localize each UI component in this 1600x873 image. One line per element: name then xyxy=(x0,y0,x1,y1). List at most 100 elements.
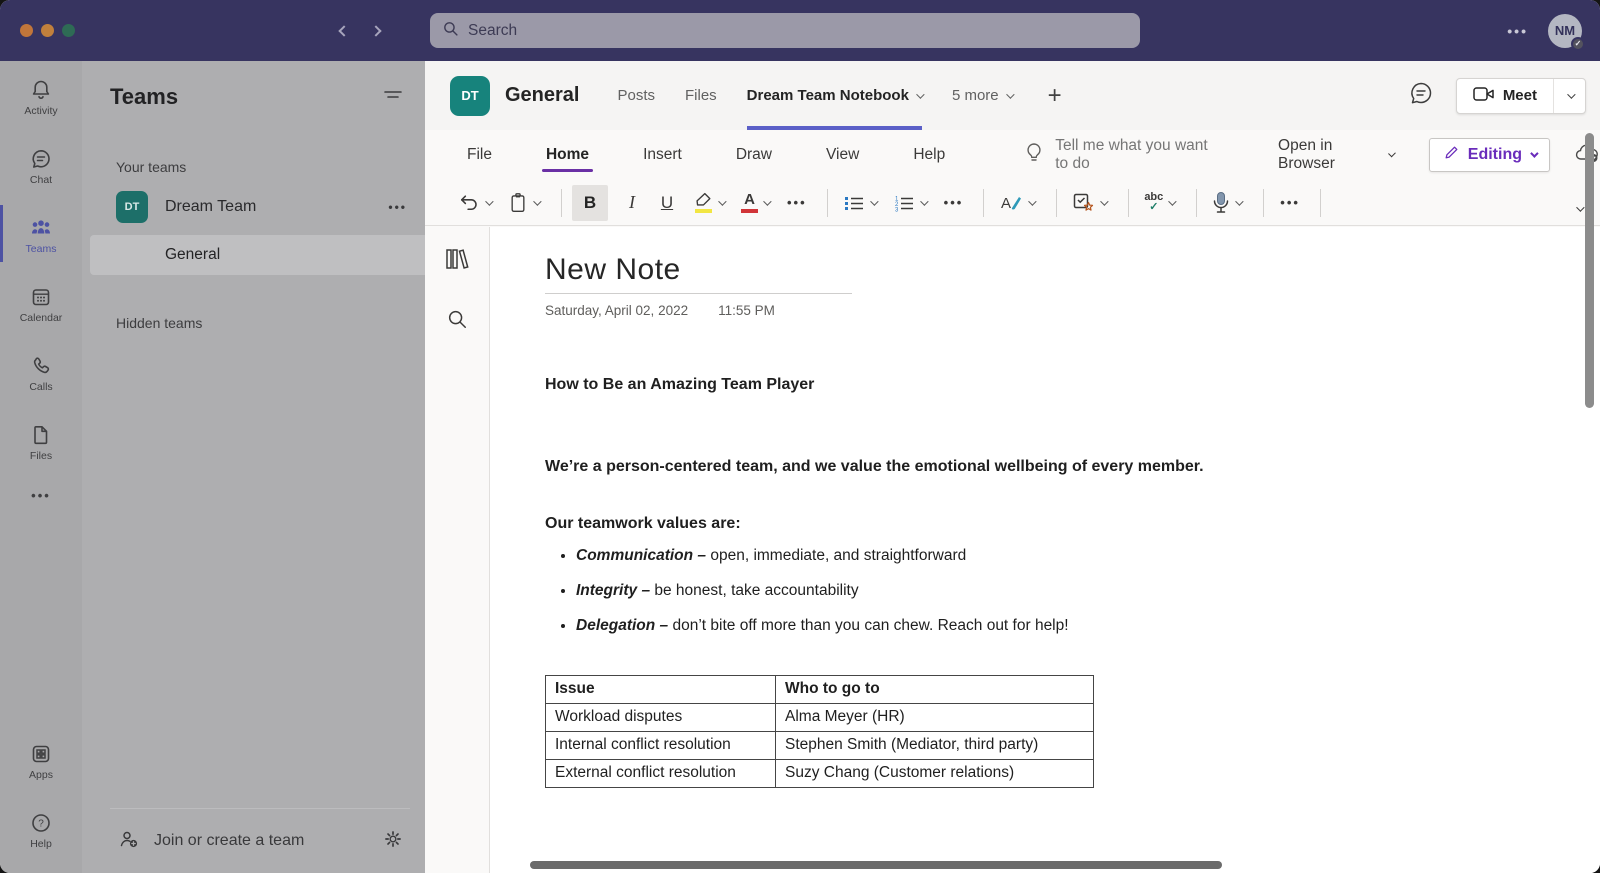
sidebar-item-label: Help xyxy=(30,838,52,850)
sidebar-item-calendar[interactable]: Calendar xyxy=(0,268,82,337)
more-lists-icon[interactable]: ••• xyxy=(938,195,970,210)
sidebar-item-calls[interactable]: Calls xyxy=(0,337,82,406)
channel-title: General xyxy=(505,84,580,106)
editing-mode-button[interactable]: Editing xyxy=(1428,138,1550,172)
table-header-cell: Who to go to xyxy=(775,675,1094,704)
help-icon: ? xyxy=(29,811,53,835)
note-table[interactable]: Issue Who to go to Workload disputes Alm… xyxy=(545,675,1094,788)
bullet-list-button[interactable] xyxy=(838,190,881,216)
channel-item-general[interactable]: General xyxy=(90,235,425,275)
underline-button[interactable]: U xyxy=(653,189,681,217)
meet-button[interactable]: Meet xyxy=(1457,79,1553,113)
collapse-ribbon-icon[interactable] xyxy=(1576,199,1585,217)
rail-more-icon[interactable]: ••• xyxy=(0,475,82,515)
open-in-browser-button[interactable]: Open in Browser xyxy=(1278,137,1397,173)
notebook-search-icon[interactable] xyxy=(446,308,468,335)
channel-label: General xyxy=(165,246,221,263)
close-window-button[interactable] xyxy=(20,24,33,37)
team-avatar: DT xyxy=(116,191,148,223)
divider xyxy=(826,188,828,217)
table-cell: Workload disputes xyxy=(545,703,776,732)
menu-home[interactable]: Home xyxy=(541,140,594,172)
forward-button[interactable] xyxy=(370,22,382,40)
numbered-list-button[interactable]: 123 xyxy=(888,190,931,216)
list-item[interactable]: Communication – open, immediate, and str… xyxy=(576,547,1560,565)
divider xyxy=(1196,188,1198,217)
note-intro[interactable]: We’re a person-centered team, and we val… xyxy=(545,458,1560,476)
font-color-button[interactable]: A xyxy=(736,188,774,217)
filter-icon[interactable] xyxy=(383,86,403,109)
note-bullet-list[interactable]: Communication – open, immediate, and str… xyxy=(545,547,1560,635)
table-row: Workload disputes Alma Meyer (HR) xyxy=(545,703,1094,732)
sidebar-item-label: Activity xyxy=(24,105,58,117)
hidden-teams-label[interactable]: Hidden teams xyxy=(82,275,425,341)
list-item[interactable]: Integrity – be honest, take accountabili… xyxy=(576,582,1560,600)
table-header-cell: Issue xyxy=(545,675,776,704)
horizontal-scrollbar[interactable] xyxy=(530,861,1222,869)
chat-icon xyxy=(29,147,53,171)
tell-me-input[interactable]: Tell me what you want to do xyxy=(1025,137,1220,173)
sidebar-item-help[interactable]: ? Help xyxy=(0,794,82,863)
tab-files[interactable]: Files xyxy=(685,61,717,130)
zoom-window-button[interactable] xyxy=(62,24,75,37)
more-tools-icon[interactable]: ••• xyxy=(1274,195,1306,210)
chevron-down-icon xyxy=(1530,149,1539,158)
team-more-icon[interactable]: ••• xyxy=(388,200,407,214)
note-heading[interactable]: How to Be an Amazing Team Player xyxy=(545,376,1560,394)
meet-dropdown-button[interactable] xyxy=(1553,78,1585,113)
bell-icon xyxy=(29,78,53,102)
menu-draw[interactable]: Draw xyxy=(734,140,774,170)
team-name: Dream Team xyxy=(165,198,257,215)
add-tab-button[interactable]: + xyxy=(1048,61,1062,130)
sidebar-item-activity[interactable]: Activity xyxy=(0,61,82,130)
paste-button[interactable] xyxy=(503,188,544,218)
menu-help[interactable]: Help xyxy=(911,140,947,170)
spellcheck-button[interactable]: abc ✓ xyxy=(1139,188,1179,217)
note-page[interactable]: New Note Saturday, April 02, 2022 11:55 … xyxy=(490,227,1600,873)
menu-view[interactable]: View xyxy=(824,140,861,170)
sidebar-item-files[interactable]: Files xyxy=(0,406,82,475)
list-item[interactable]: Delegation – don’t bite off more than yo… xyxy=(576,617,1560,635)
avatar[interactable]: NM ✓ xyxy=(1548,13,1585,51)
italic-button[interactable]: I xyxy=(618,188,646,217)
tab-dream-team-notebook[interactable]: Dream Team Notebook xyxy=(746,61,925,130)
back-button[interactable] xyxy=(338,22,350,40)
pencil-icon xyxy=(1443,144,1460,166)
table-header-row: Issue Who to go to xyxy=(545,675,1094,704)
bold-button[interactable]: B xyxy=(572,184,608,221)
sidebar-item-label: Teams xyxy=(25,243,57,255)
search-input[interactable]: Search xyxy=(430,13,1140,48)
join-create-team-button[interactable]: Join or create a team xyxy=(154,832,369,850)
chevron-down-icon xyxy=(916,89,925,99)
ribbon-menu-bar: File Home Insert Draw View Help Tell me … xyxy=(425,130,1600,180)
team-row-dream-team[interactable]: DT Dream Team ••• xyxy=(82,185,425,229)
menu-file[interactable]: File xyxy=(465,140,494,170)
svg-text:3: 3 xyxy=(895,207,899,212)
tab-5-more[interactable]: 5 more xyxy=(952,61,1015,130)
more-options-icon[interactable]: ••• xyxy=(1507,23,1528,39)
undo-button[interactable] xyxy=(453,189,496,217)
highlighter-button[interactable] xyxy=(688,188,729,217)
table-row: External conflict resolution Suzy Chang … xyxy=(545,759,1094,788)
sidebar-item-apps[interactable]: Apps xyxy=(0,725,82,794)
styles-button[interactable]: A xyxy=(994,189,1039,217)
more-formatting-icon[interactable]: ••• xyxy=(781,195,813,210)
sidebar-item-teams[interactable]: Teams xyxy=(0,199,82,268)
note-title[interactable]: New Note xyxy=(545,253,852,294)
tags-button[interactable] xyxy=(1067,188,1111,217)
menu-insert[interactable]: Insert xyxy=(641,140,684,170)
presence-badge: ✓ xyxy=(1571,36,1585,51)
notebooks-library-icon[interactable] xyxy=(444,247,470,276)
sidebar-item-chat[interactable]: Chat xyxy=(0,130,82,199)
manage-teams-gear-icon[interactable] xyxy=(383,829,403,854)
dictate-button[interactable] xyxy=(1207,187,1246,218)
calendar-icon xyxy=(29,285,53,309)
table-row: Internal conflict resolution Stephen Smi… xyxy=(545,731,1094,760)
conversation-icon[interactable] xyxy=(1408,80,1434,111)
vertical-scrollbar[interactable] xyxy=(1585,133,1594,408)
divider xyxy=(1263,188,1265,217)
minimize-window-button[interactable] xyxy=(41,24,54,37)
tab-posts[interactable]: Posts xyxy=(617,61,655,130)
note-values-label[interactable]: Our teamwork values are: xyxy=(545,515,1560,533)
your-teams-label: Your teams xyxy=(116,159,187,175)
